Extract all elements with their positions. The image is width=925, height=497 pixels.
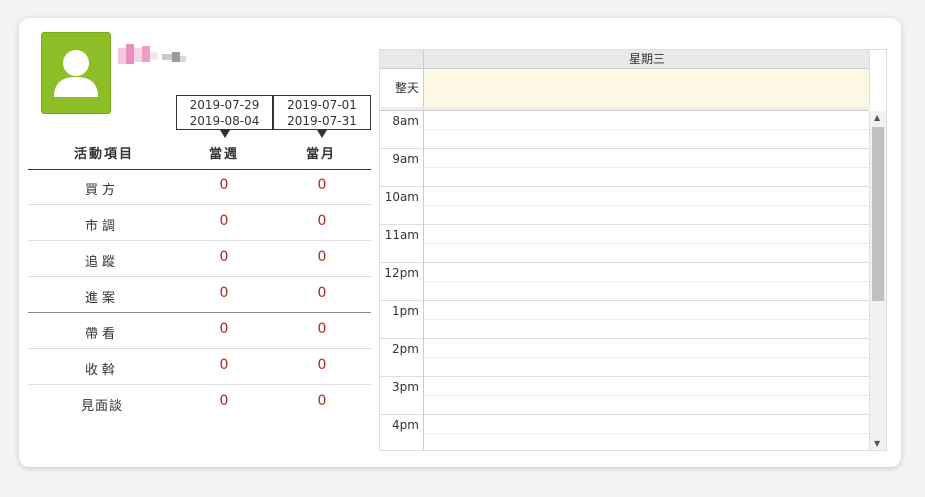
hour-label: 12pm	[380, 263, 423, 301]
hour-row: 8am	[380, 111, 869, 149]
time-slot[interactable]	[423, 225, 869, 263]
hour-label: 8am	[380, 111, 423, 149]
allday-label: 整天	[394, 81, 419, 95]
month-count[interactable]: 0	[302, 357, 342, 373]
week-count[interactable]: 0	[204, 213, 244, 229]
hour-row: 11am	[380, 225, 869, 263]
day-calendar: 星期三 整天 8am 9am 10am 11am 12pm 1pm 2pm 3p…	[379, 49, 887, 451]
hour-label: 11am	[380, 225, 423, 263]
half-hour-line	[423, 357, 869, 358]
hour-label: 3pm	[380, 377, 423, 415]
table-row: 追蹤 0 0	[28, 241, 371, 277]
activity-label: 追蹤	[84, 255, 119, 270]
scrollbar-thumb[interactable]	[872, 127, 884, 301]
hour-row: 2pm	[380, 339, 869, 377]
half-hour-line	[423, 395, 869, 396]
time-slot[interactable]	[423, 377, 869, 415]
week-column-header: 當週	[209, 147, 240, 162]
week-end-date: 2019-08-04	[189, 114, 260, 128]
avatar	[41, 32, 111, 114]
time-slot[interactable]	[423, 301, 869, 339]
scroll-up-icon[interactable]: ▲	[874, 113, 880, 122]
hour-row: 12pm	[380, 263, 869, 301]
time-grid: 8am 9am 10am 11am 12pm 1pm 2pm 3pm 4pm	[380, 111, 869, 450]
table-row: 市調 0 0	[28, 205, 371, 241]
hour-row: 3pm	[380, 377, 869, 415]
activity-label: 進案	[84, 291, 119, 306]
hour-label: 10am	[380, 187, 423, 225]
table-row: 買方 0 0	[28, 169, 371, 205]
hour-row: 4pm	[380, 415, 869, 450]
week-count[interactable]: 0	[204, 357, 244, 373]
time-slot[interactable]	[423, 187, 869, 225]
hour-row: 1pm	[380, 301, 869, 339]
month-column-header: 當月	[306, 147, 337, 162]
month-count[interactable]: 0	[302, 213, 342, 229]
caret-down-icon	[317, 130, 327, 138]
table-row: 進案 0 0	[28, 277, 371, 313]
table-row: 見面談 0 0	[28, 385, 371, 420]
table-row: 帶看 0 0	[28, 313, 371, 349]
month-start-date: 2019-07-01	[287, 98, 357, 112]
caret-down-icon	[219, 130, 230, 138]
month-end-date: 2019-07-31	[287, 114, 357, 128]
week-count[interactable]: 0	[204, 285, 244, 301]
allday-row: 整天	[380, 69, 869, 108]
half-hour-line	[423, 167, 869, 168]
month-count[interactable]: 0	[302, 321, 342, 337]
week-count[interactable]: 0	[204, 393, 244, 409]
user-icon	[54, 50, 98, 97]
month-count[interactable]: 0	[302, 177, 342, 193]
hour-label: 9am	[380, 149, 423, 187]
activity-label: 買方	[84, 183, 119, 198]
calendar-header: 星期三	[380, 50, 869, 69]
half-hour-line	[423, 433, 869, 434]
allday-cell[interactable]	[423, 69, 869, 107]
time-slot[interactable]	[423, 339, 869, 377]
time-slot[interactable]	[423, 263, 869, 301]
day-column-header[interactable]: 星期三	[423, 50, 870, 68]
week-period-box: 2019-07-29 2019-08-04	[176, 95, 273, 138]
hour-label: 4pm	[380, 415, 423, 450]
month-count[interactable]: 0	[302, 249, 342, 265]
activity-label: 市調	[84, 219, 119, 234]
week-start-date: 2019-07-29	[189, 98, 260, 112]
half-hour-line	[423, 129, 869, 130]
activity-stats-table: 買方 0 0 市調 0 0 追蹤 0 0 進案 0 0 帶看 0 0 收斡 0 …	[28, 169, 371, 420]
hour-row: 9am	[380, 149, 869, 187]
half-hour-line	[423, 243, 869, 244]
scroll-down-icon[interactable]: ▼	[874, 439, 880, 448]
activity-column-header: 活動項目	[74, 147, 135, 162]
activity-label: 見面談	[80, 399, 123, 414]
activity-label: 帶看	[84, 327, 119, 342]
half-hour-line	[423, 319, 869, 320]
table-row: 收斡 0 0	[28, 349, 371, 385]
month-count[interactable]: 0	[302, 393, 342, 409]
half-hour-line	[423, 205, 869, 206]
vertical-scrollbar[interactable]: ▲ ▼	[869, 111, 886, 450]
week-count[interactable]: 0	[204, 177, 244, 193]
half-hour-line	[423, 281, 869, 282]
activity-label: 收斡	[84, 363, 119, 378]
week-count[interactable]: 0	[204, 249, 244, 265]
hour-label: 1pm	[380, 301, 423, 339]
month-count[interactable]: 0	[302, 285, 342, 301]
month-period-box: 2019-07-01 2019-07-31	[273, 95, 371, 138]
hour-label: 2pm	[380, 339, 423, 377]
time-slot[interactable]	[423, 149, 869, 187]
hour-row: 10am	[380, 187, 869, 225]
header-spacer	[869, 50, 886, 107]
week-count[interactable]: 0	[204, 321, 244, 337]
user-name-blurred	[118, 44, 188, 66]
time-slot[interactable]	[423, 111, 869, 149]
